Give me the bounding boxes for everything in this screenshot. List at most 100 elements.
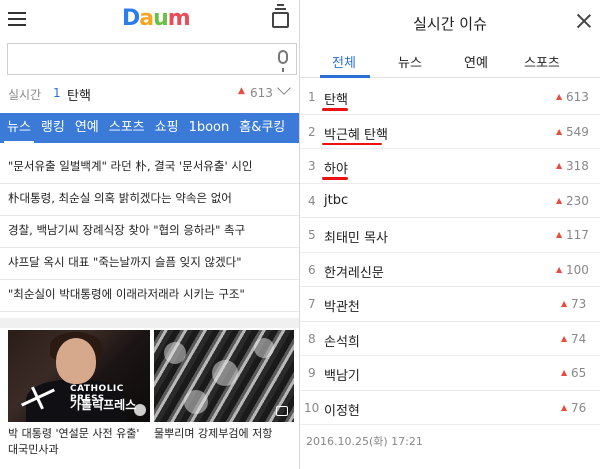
up-arrow-icon: ▲ — [561, 368, 568, 377]
news-headline[interactable]: 朴대통령, 최순실 의혹 밝히겠다는 약속은 없어 — [0, 184, 299, 216]
issue-rank: 7 — [308, 297, 316, 311]
category-tab[interactable]: 뉴스 — [4, 114, 34, 143]
section-divider — [0, 318, 299, 328]
realtime-rank: 1 — [53, 86, 61, 100]
news-headline[interactable]: "최순실이 박대통령에 이래라저래라 시키는 구조" — [0, 280, 299, 312]
category-tab[interactable]: 쇼핑 — [152, 113, 182, 143]
issue-row[interactable]: 4 jtbc ▲ 230 — [300, 184, 600, 218]
issue-rank: 3 — [308, 159, 316, 173]
issue-count: 613 — [566, 90, 589, 104]
tab-entertainment[interactable]: 연예 — [464, 52, 488, 71]
category-tab[interactable]: 랭킹 — [38, 113, 68, 143]
red-underline-annotation — [322, 177, 348, 180]
news-headline[interactable]: 샤프달 옥시 대표 "죽는날까지 슬픔 잊지 않겠다" — [0, 248, 299, 280]
issue-keyword[interactable]: 최태민 목사 — [324, 227, 388, 246]
red-underline-annotation — [322, 142, 382, 145]
category-tab[interactable]: 연예 — [72, 113, 102, 143]
issue-row[interactable]: 8 손석희 ▲ 74 — [300, 322, 600, 356]
issue-count: 76 — [571, 400, 587, 415]
panel-title: 실시간 이슈 — [413, 15, 487, 33]
category-tab[interactable]: 스포츠 — [106, 113, 148, 143]
issue-rank: 8 — [308, 331, 316, 346]
red-underline-annotation — [322, 108, 348, 111]
issue-row[interactable]: 6 한겨레신문 ▲ 100 — [300, 253, 600, 287]
close-icon[interactable] — [575, 12, 593, 30]
issue-keyword[interactable]: 손석희 — [324, 331, 360, 350]
up-arrow-icon: ▲ — [556, 161, 563, 170]
issue-count: 117 — [566, 228, 589, 242]
issue-row[interactable]: 1 탄핵 ▲ 613 — [300, 80, 600, 115]
tab-sports[interactable]: 스포츠 — [524, 52, 560, 71]
up-arrow-icon: ▲ — [556, 264, 563, 274]
tab-all[interactable]: 전체 — [332, 52, 356, 71]
news-headline[interactable]: "문서유출 일벌백계" 라던 朴, 결국 '문서유출' 시인 — [0, 152, 299, 184]
issue-count: 73 — [571, 297, 587, 311]
issue-keyword[interactable]: 한겨레신문 — [324, 262, 384, 281]
chevron-down-icon[interactable] — [277, 81, 291, 95]
issue-keyword[interactable]: 탄핵 — [324, 89, 348, 108]
realtime-count: 613 — [250, 86, 273, 100]
issue-rank: 5 — [308, 228, 316, 242]
issue-rank: 4 — [308, 193, 316, 208]
issue-row[interactable]: 10 이정현 ▲ 76 — [300, 391, 600, 425]
category-tab[interactable]: 1boon — [186, 113, 233, 143]
issue-keyword[interactable]: 이정현 — [324, 400, 360, 419]
daum-main-panel: Daum 실시간 1 탄핵 ▲ 613 뉴스 랭킹 연예 스포츠 쇼핑 1boon 홈&쿠킹… — [0, 0, 300, 469]
issue-row[interactable]: 7 박관천 ▲ 73 — [300, 287, 600, 322]
issue-rank: 10 — [304, 400, 320, 415]
up-arrow-icon: ▲ — [556, 195, 563, 205]
issue-list: 1 탄핵 ▲ 613 2 박근혜 탄핵 ▲ 549 3 하야 ▲ 318 4 jtbc ▲ 230 5 최태민 목… — [300, 80, 600, 425]
issue-row[interactable]: 2 박근혜 탄핵 ▲ 549 — [300, 115, 600, 149]
issue-tabs: 전체 뉴스 연예 스포츠 — [300, 44, 600, 78]
thumbnail-caption[interactable]: 박 대통령 '연설문 사전 유출' 대국민사과 — [8, 426, 150, 458]
tab-news[interactable]: 뉴스 — [398, 52, 422, 71]
news-thumbnail-protest[interactable] — [154, 330, 294, 422]
up-arrow-icon: ▲ — [238, 86, 245, 96]
search-input[interactable] — [8, 44, 258, 74]
issue-keyword[interactable]: 하야 — [324, 158, 348, 177]
issue-rank: 2 — [308, 124, 316, 139]
realtime-issue-panel: 실시간 이슈 전체 뉴스 연예 스포츠 1 탄핵 ▲ 613 2 박근혜 탄핵 ▲ 549 3 하… — [300, 0, 600, 469]
news-list: "문서유출 일벌백계" 라던 朴, 결국 '문서유출' 시인 朴대통령, 최순실 … — [0, 152, 299, 312]
active-tab-indicator — [320, 75, 370, 78]
realtime-label: 실시간 — [8, 88, 42, 102]
realtime-keyword[interactable]: 탄핵 — [67, 85, 91, 104]
tabs-icon[interactable] — [272, 4, 289, 28]
timestamp: 2016.10.25(화) 17:21 — [306, 435, 423, 448]
daum-logo[interactable]: Daum — [122, 6, 191, 31]
news-thumbnail-apology[interactable]: CATHOLIC PRESS 가톨릭프레스 — [8, 330, 150, 422]
issue-count: 318 — [566, 159, 589, 173]
issue-rank: 1 — [308, 90, 316, 104]
issue-row[interactable]: 9 백남기 ▲ 65 — [300, 356, 600, 391]
thumbnail-caption[interactable]: 물뿌리며 강제부검에 저항 — [154, 426, 296, 442]
search-box[interactable] — [7, 43, 297, 75]
issue-count: 65 — [571, 366, 587, 380]
issue-count: 74 — [571, 331, 587, 346]
issue-keyword[interactable]: 백남기 — [324, 365, 360, 384]
up-arrow-icon: ▲ — [556, 230, 563, 239]
up-arrow-icon: ▲ — [561, 299, 568, 308]
issue-rank: 6 — [308, 262, 316, 277]
news-headline[interactable]: 경찰, 백남기씨 장례식장 찾아 "협의 응하라" 촉구 — [0, 216, 299, 248]
play-icon — [134, 404, 146, 416]
up-arrow-icon: ▲ — [556, 92, 563, 101]
menu-icon[interactable] — [8, 12, 26, 28]
issue-keyword[interactable]: jtbc — [324, 193, 348, 208]
catholic-press-logo-icon — [20, 386, 56, 408]
up-arrow-icon: ▲ — [561, 402, 568, 412]
realtime-ticker[interactable]: 실시간 1 탄핵 ▲ 613 — [8, 81, 299, 104]
category-tab[interactable]: 홈&쿠킹 — [236, 113, 288, 143]
issue-row[interactable]: 5 최태민 목사 ▲ 117 — [300, 218, 600, 253]
issue-keyword[interactable]: 박관천 — [324, 296, 360, 315]
category-nav: 뉴스 랭킹 연예 스포츠 쇼핑 1boon 홈&쿠킹 — [0, 113, 299, 143]
up-arrow-icon: ▲ — [556, 126, 563, 136]
microphone-icon[interactable] — [278, 50, 288, 72]
issue-row[interactable]: 3 하야 ▲ 318 — [300, 149, 600, 184]
issue-count: 100 — [566, 262, 589, 277]
issue-keyword[interactable]: 박근혜 탄핵 — [324, 124, 388, 143]
issue-count: 230 — [566, 193, 589, 208]
up-arrow-icon: ▲ — [561, 333, 568, 343]
gallery-icon — [276, 406, 288, 416]
watermark-bottom: 가톨릭프레스 — [70, 398, 137, 412]
issue-count: 549 — [566, 124, 589, 139]
